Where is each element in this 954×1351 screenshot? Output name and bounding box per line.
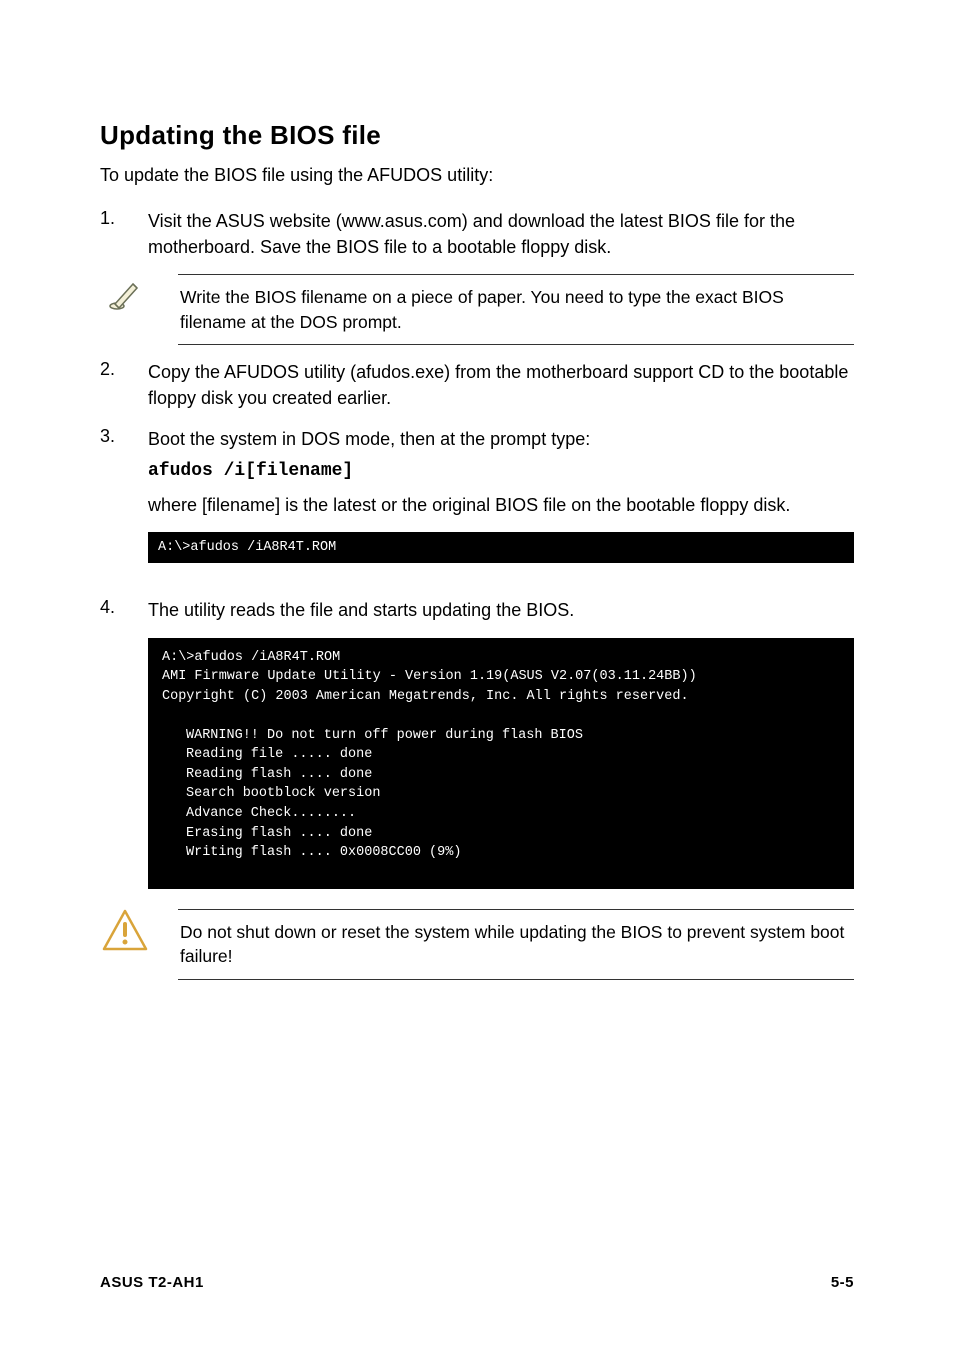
list-number: 2. [100, 359, 120, 411]
terminal-output-large: A:\>afudos /iA8R4T.ROM AMI Firmware Upda… [148, 638, 854, 889]
list-number: 4. [100, 597, 120, 623]
note-icon [100, 274, 150, 318]
code-command: afudos /i[filename] [148, 458, 854, 484]
list-body: Copy the AFUDOS utility (afudos.exe) fro… [148, 359, 854, 411]
page-footer: ASUS T2-AH1 5-5 [100, 1274, 854, 1291]
footer-right: 5-5 [831, 1274, 854, 1291]
list-text: Boot the system in DOS mode, then at the… [148, 429, 590, 449]
list-body: Visit the ASUS website (www.asus.com) an… [148, 208, 854, 260]
list-number: 3. [100, 426, 120, 584]
list-body: Boot the system in DOS mode, then at the… [148, 426, 854, 584]
note-callout: Write the BIOS filename on a piece of pa… [100, 274, 854, 345]
warning-body: Do not shut down or reset the system whi… [178, 909, 854, 980]
warning-callout: Do not shut down or reset the system whi… [100, 909, 854, 980]
footer-left: ASUS T2-AH1 [100, 1274, 204, 1291]
intro-paragraph: To update the BIOS file using the AFUDOS… [100, 163, 854, 188]
section-heading: Updating the BIOS file [100, 120, 854, 151]
list-item-4: 4. The utility reads the file and starts… [100, 597, 854, 623]
list-item-3: 3. Boot the system in DOS mode, then at … [100, 426, 854, 584]
page: Updating the BIOS file To update the BIO… [0, 0, 954, 1351]
list-body: The utility reads the file and starts up… [148, 597, 854, 623]
note-body: Write the BIOS filename on a piece of pa… [178, 274, 854, 345]
list-item-2: 2. Copy the AFUDOS utility (afudos.exe) … [100, 359, 854, 411]
terminal-output-small: A:\>afudos /iA8R4T.ROM [148, 532, 854, 564]
ordered-list: 1. Visit the ASUS website (www.asus.com)… [100, 208, 854, 980]
list-item-1: 1. Visit the ASUS website (www.asus.com)… [100, 208, 854, 260]
list-continuation: where [filename] is the latest or the or… [148, 492, 854, 518]
warning-icon [100, 909, 150, 951]
list-number: 1. [100, 208, 120, 260]
